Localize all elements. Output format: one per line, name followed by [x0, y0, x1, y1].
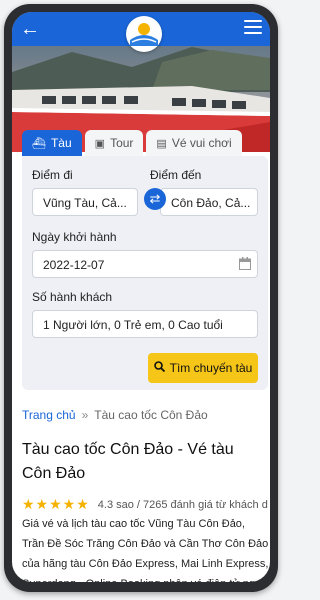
search-form: Điểm đi Điểm đến Vũng Tàu, Cả... Côn Đảo…	[22, 156, 268, 390]
tab-ship-label: Tàu	[50, 136, 72, 150]
tab-ship[interactable]: ⛴ Tàu	[22, 130, 82, 156]
phone-frame: ← ⛴ Tàu ▣ Tour ▤ Vé vui chơi Điểm đi Điể…	[4, 4, 278, 592]
date-value: 2022-12-07	[43, 258, 105, 272]
screen: ← ⛴ Tàu ▣ Tour ▤ Vé vui chơi Điểm đi Điể…	[12, 12, 270, 582]
rating-stars: ★★★★★	[22, 496, 90, 512]
breadcrumb-home-link[interactable]: Trang chủ	[22, 408, 76, 422]
breadcrumb: Trang chủ » Tàu cao tốc Côn Đảo	[22, 408, 208, 422]
passengers-label: Số hành khách	[32, 290, 113, 304]
suitcase-icon: ▣	[94, 137, 106, 150]
search-trip-label: Tìm chuyến tàu	[169, 361, 253, 375]
date-field[interactable]: 2022-12-07	[32, 250, 258, 278]
tab-tickets-label: Vé vui chơi	[171, 136, 232, 150]
tab-tour-label: Tour	[110, 136, 134, 150]
brand-logo[interactable]	[126, 16, 162, 52]
back-arrow-icon[interactable]: ←	[18, 18, 42, 40]
rating-text: 4.3 sao / 7265 đánh giá từ khách d...	[97, 498, 268, 511]
page-title: Tàu cao tốc Côn Đảo - Vé tàu Côn Đảo	[22, 441, 234, 482]
to-label: Điểm đến	[150, 168, 202, 182]
swap-icon[interactable]: ⇄	[144, 188, 166, 210]
search-icon	[153, 361, 165, 375]
from-field[interactable]: Vũng Tàu, Cả...	[32, 188, 138, 216]
breadcrumb-current: Tàu cao tốc Côn Đảo	[94, 408, 208, 422]
hamburger-menu-icon[interactable]	[244, 20, 262, 36]
breadcrumb-separator: »	[81, 408, 89, 422]
from-label: Điểm đi	[32, 168, 73, 182]
rating-row: ★★★★★ 4.3 sao / 7265 đánh giá từ khách d…	[22, 496, 268, 513]
date-label: Ngày khởi hành	[32, 230, 117, 244]
ship-icon: ⛴	[32, 137, 46, 150]
to-field[interactable]: Côn Đảo, Cả...	[160, 188, 258, 216]
search-trip-button[interactable]: Tìm chuyến tàu	[148, 353, 258, 383]
tab-tickets[interactable]: ▤ Vé vui chơi	[146, 130, 242, 156]
page-description: Giá vé và lịch tàu cao tốc Vũng Tàu Côn …	[22, 518, 269, 582]
tab-tour[interactable]: ▣ Tour	[84, 130, 144, 156]
passengers-field[interactable]: 1 Người lớn, 0 Trẻ em, 0 Cao tuổi	[32, 310, 258, 338]
booking-tabs: ⛴ Tàu ▣ Tour ▤ Vé vui chơi	[22, 130, 245, 156]
calendar-icon	[239, 257, 251, 270]
ticket-icon: ▤	[156, 137, 167, 150]
